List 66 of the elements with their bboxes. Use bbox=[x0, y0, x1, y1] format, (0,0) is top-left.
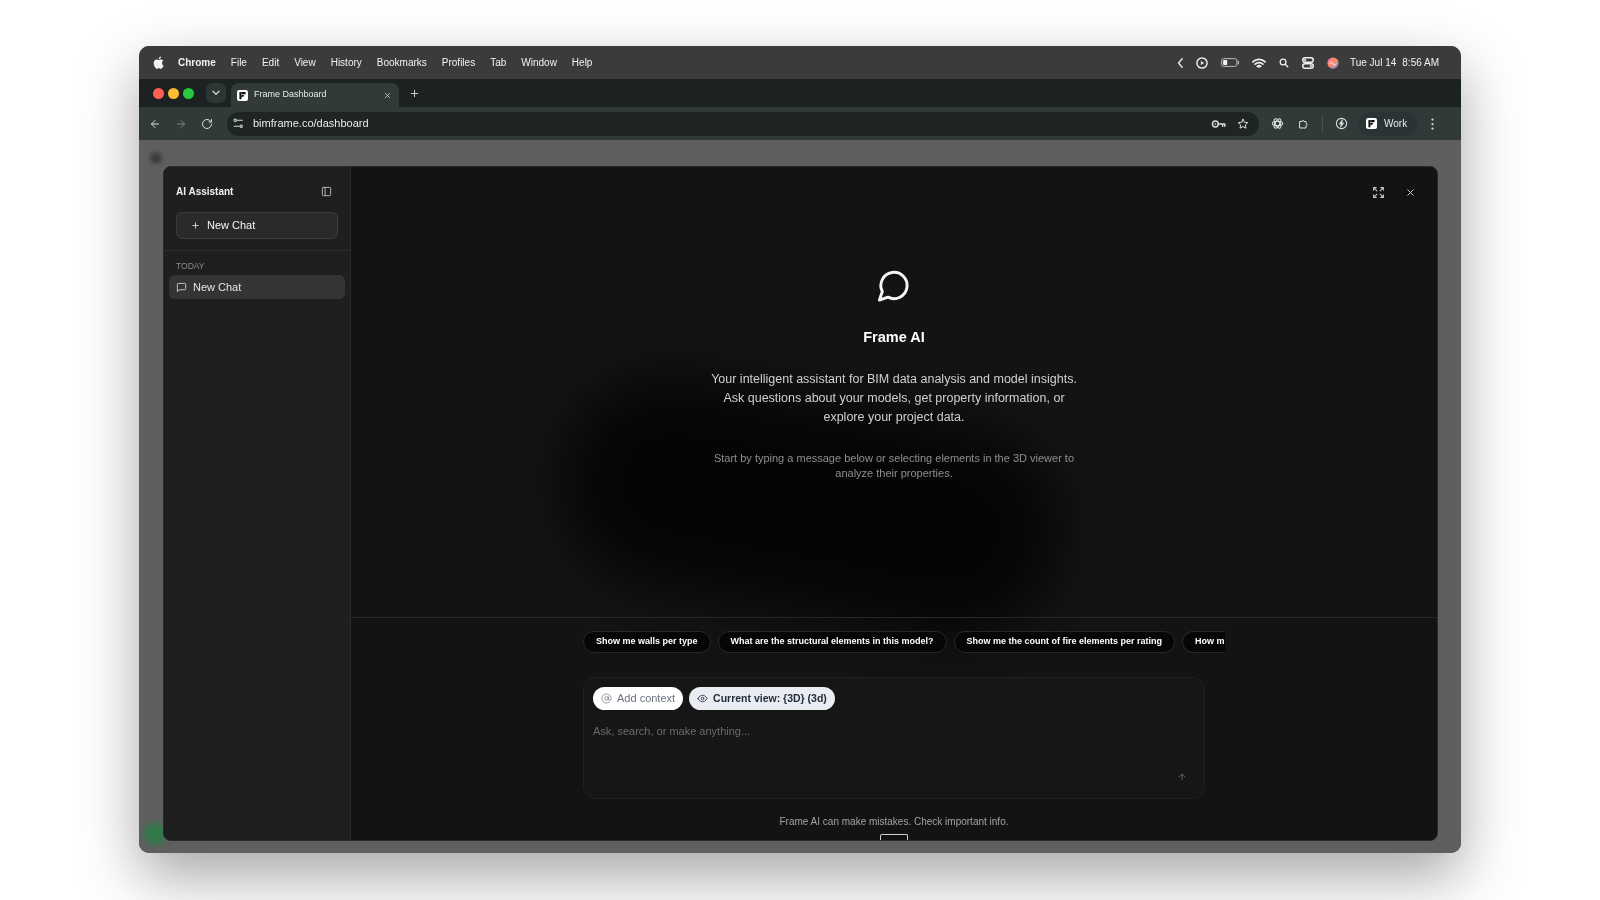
zoom-window-icon[interactable] bbox=[183, 87, 194, 99]
at-sign-icon bbox=[601, 693, 612, 704]
logo-icon bbox=[1366, 118, 1377, 129]
reload-icon[interactable] bbox=[201, 117, 213, 130]
disclaimer-text: Frame AI can make mistakes. Check important info. bbox=[779, 816, 1009, 828]
chevron-down-icon bbox=[211, 88, 221, 98]
speech-bubble-icon bbox=[876, 268, 912, 303]
menu-date: Tue Jul 14 bbox=[1349, 56, 1397, 70]
menu-item[interactable]: Help bbox=[571, 55, 593, 70]
new-chat-button[interactable]: New Chat bbox=[176, 212, 338, 239]
menu-item[interactable]: View bbox=[294, 55, 316, 70]
close-icon bbox=[1405, 186, 1416, 198]
wifi-icon[interactable] bbox=[1251, 57, 1266, 68]
menu-app-name[interactable]: Chrome bbox=[178, 55, 216, 70]
play-circle-icon[interactable] bbox=[1195, 56, 1208, 69]
panel-toggle-icon[interactable] bbox=[321, 185, 332, 197]
back-arrow-icon[interactable] bbox=[149, 117, 161, 130]
gradient-orb-icon[interactable] bbox=[1326, 56, 1339, 69]
key-icon[interactable] bbox=[1211, 117, 1227, 130]
apple-logo-icon[interactable] bbox=[153, 56, 164, 69]
menu-item[interactable]: History bbox=[330, 55, 362, 70]
suggestion-chip[interactable]: Show me walls per type bbox=[583, 631, 711, 653]
more-vertical-icon[interactable] bbox=[1431, 117, 1435, 130]
menu-item[interactable]: Bookmarks bbox=[376, 55, 427, 70]
logo-icon bbox=[237, 89, 248, 101]
message-input[interactable]: Ask, search, or make anything... bbox=[593, 721, 1195, 741]
menu-item[interactable]: Profiles bbox=[441, 55, 476, 70]
menu-item[interactable]: Edit bbox=[261, 55, 280, 70]
puzzle-icon[interactable] bbox=[1298, 117, 1310, 130]
flower-icon[interactable] bbox=[1271, 117, 1284, 130]
menu-item[interactable]: File bbox=[230, 55, 247, 70]
sliders-icon[interactable] bbox=[232, 117, 245, 130]
suggestion-chip[interactable]: How m bbox=[1182, 631, 1225, 653]
chat-history-item[interactable]: New Chat bbox=[169, 275, 345, 299]
arrow-up-icon bbox=[1177, 772, 1187, 782]
toggles-icon[interactable] bbox=[1301, 56, 1314, 69]
context-chip[interactable]: Current view: {3D} (3d) bbox=[689, 687, 835, 710]
tab-list-button[interactable] bbox=[206, 83, 226, 103]
close-window-icon[interactable] bbox=[153, 87, 164, 99]
suggestion-chip[interactable]: Show me the count of fire elements per rating bbox=[953, 631, 1176, 653]
browser-tab[interactable]: Frame Dashboard bbox=[231, 83, 399, 107]
plus-icon bbox=[191, 221, 200, 230]
minimize-window-icon[interactable] bbox=[168, 87, 179, 99]
close-button[interactable] bbox=[1405, 186, 1416, 198]
chevron-left-icon[interactable] bbox=[1176, 57, 1183, 68]
battery-icon[interactable] bbox=[1220, 58, 1239, 67]
star-icon[interactable] bbox=[1237, 117, 1249, 130]
suggestion-chip[interactable]: What are the structural elements in this model? bbox=[717, 631, 947, 653]
address-bar[interactable]: bimframe.co/dashboard bbox=[227, 111, 1259, 136]
assistant-title: Frame AI bbox=[863, 328, 925, 346]
menu-item[interactable]: Window bbox=[521, 55, 557, 70]
assistant-description: Your intelligent assistant for BIM data analysis and model insights. Ask questions about your models, get property information, or explore your project data. bbox=[710, 371, 1078, 426]
plus-icon[interactable] bbox=[409, 87, 420, 99]
section-heading: TODAY bbox=[175, 260, 206, 272]
expand-icon bbox=[1372, 185, 1385, 199]
close-icon[interactable] bbox=[383, 90, 392, 100]
eye-icon bbox=[697, 693, 709, 704]
assistant-hint: Start by typing a message below or selecting elements in the 3D viewer to analyze their properties. bbox=[712, 451, 1076, 480]
menu-time: 8:56 AM bbox=[1402, 56, 1439, 70]
menu-item[interactable]: Tab bbox=[490, 55, 507, 70]
lightning-circle-icon[interactable] bbox=[1335, 117, 1348, 130]
profile-button[interactable]: Work bbox=[1358, 111, 1418, 136]
sidebar-title: AI Assistant bbox=[176, 184, 234, 199]
expand-button[interactable] bbox=[1372, 185, 1385, 199]
search-icon[interactable] bbox=[1278, 57, 1289, 68]
add-context-button[interactable]: Add context bbox=[593, 687, 684, 710]
